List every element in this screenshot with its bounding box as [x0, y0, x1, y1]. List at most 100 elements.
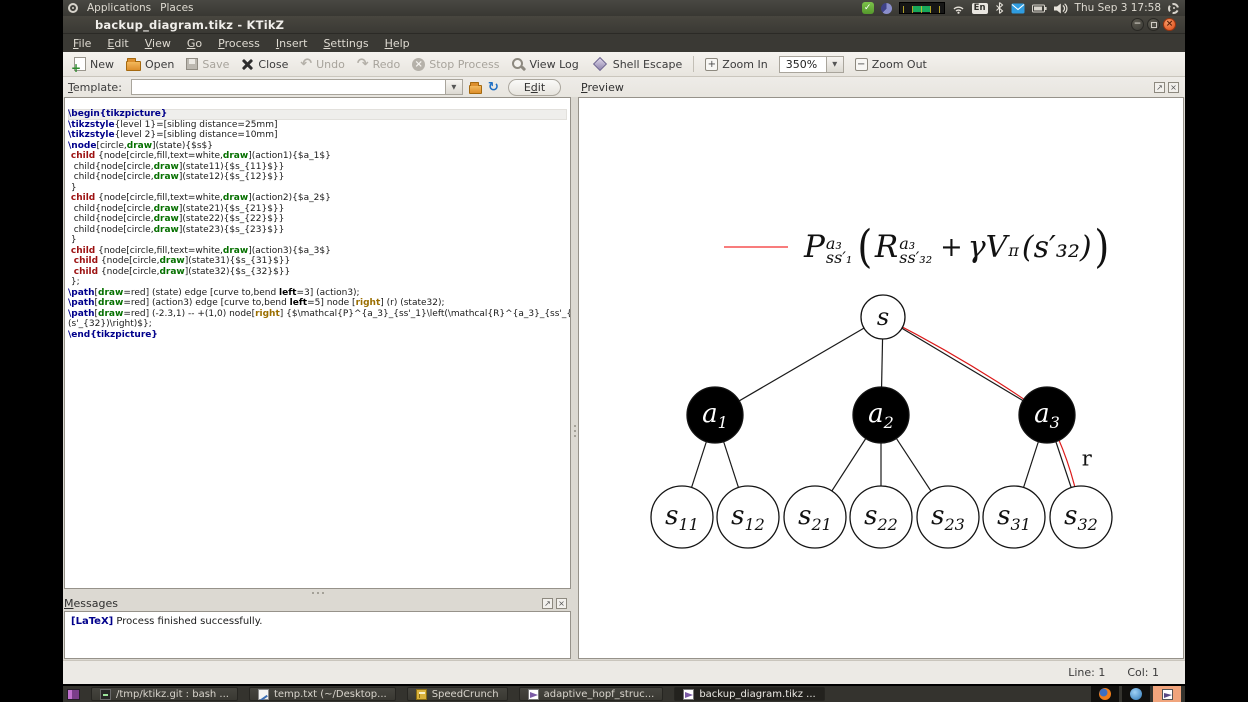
stop-process-button[interactable]: Stop Process: [406, 56, 505, 73]
shell-escape-diamond-icon: [592, 56, 607, 72]
ubuntu-logo-icon: [68, 3, 78, 13]
stop-icon: [412, 57, 426, 71]
zoom-combo-arrow[interactable]: ▼: [825, 56, 843, 72]
status-line: Line: 1: [1068, 666, 1106, 679]
keyboard-layout-indicator[interactable]: En: [971, 2, 988, 14]
messages-header: Messages: [64, 596, 571, 610]
diagram-svg: rsa1 a2 a3s11 s12 s21 s22 s23 s31 s32: [650, 294, 1113, 549]
zoom-level-combo[interactable]: 350% ▼: [778, 55, 844, 73]
top-panel: Applications Places ✓ En Thu Sep 3 17:58: [63, 0, 1185, 16]
terminal-icon: [100, 688, 111, 700]
messages-output[interactable]: [LaTeX] Process finished successfully.: [64, 611, 571, 659]
menu-file[interactable]: File: [65, 35, 99, 52]
code-line[interactable]: child{node[circle,draw](state21){$s_{21}…: [68, 204, 567, 215]
ktikz-file-icon: [527, 688, 539, 700]
menu-view[interactable]: View: [137, 35, 179, 52]
redo-button[interactable]: Redo: [351, 56, 406, 73]
preview-close-icon[interactable]: [1168, 81, 1179, 93]
template-edit-button[interactable]: Edit: [507, 78, 562, 96]
taskbar-firefox-tile[interactable]: [1091, 686, 1119, 702]
preview-pane[interactable]: Pa₃ ss′₁(Ra₃ ss′₃₂ + γV π (s′₃₂)) r s a1 a2 a3 s11 s…: [578, 97, 1184, 659]
system-monitor-graph[interactable]: [898, 2, 945, 14]
code-line[interactable]: child {node[circle,draw](state31){$s_{31…: [68, 256, 567, 267]
zoom-in-button[interactable]: Zoom In: [699, 56, 773, 73]
view-log-button[interactable]: View Log: [505, 55, 584, 73]
code-line[interactable]: \node[circle,draw](state){$s$}: [68, 141, 567, 152]
applications-menu[interactable]: Applications: [87, 2, 151, 14]
code-line[interactable]: \begin{tikzpicture}: [68, 109, 567, 120]
undo-arrow-icon: [300, 58, 312, 71]
code-area[interactable]: \begin{tikzpicture} \tikzstyle{level 1}=[…: [65, 98, 570, 340]
taskbar-item-terminal[interactable]: /tmp/ktikz.git : bash ...: [91, 687, 238, 701]
clock[interactable]: Thu Sep 3 17:58: [1075, 2, 1161, 14]
code-line[interactable]: \path[draw=red] (state) edge [curve to,b…: [68, 288, 567, 299]
volume-icon[interactable]: [1053, 2, 1068, 14]
places-menu[interactable]: Places: [160, 2, 193, 14]
open-button[interactable]: Open: [120, 55, 180, 73]
text-file-icon: [257, 688, 269, 700]
minimize-button[interactable]: −: [1131, 18, 1144, 31]
code-line[interactable]: }: [68, 183, 567, 194]
menu-settings[interactable]: Settings: [315, 35, 376, 52]
status-bar: Line: 1 Col: 1: [63, 660, 1185, 684]
close-file-button[interactable]: Close: [235, 56, 294, 73]
bluetooth-icon[interactable]: [995, 2, 1004, 14]
window-list-icon[interactable]: [67, 688, 80, 700]
preview-header: Preview: [581, 77, 1183, 97]
zoom-out-button[interactable]: Zoom Out: [849, 56, 933, 73]
ktikz-file-icon: [683, 688, 695, 700]
preview-detach-icon[interactable]: [1154, 81, 1165, 93]
taskbar-item-backup-diagram[interactable]: backup_diagram.tikz ...: [674, 687, 825, 701]
template-combo[interactable]: ▼: [130, 79, 463, 95]
template-reload-icon[interactable]: [488, 81, 499, 94]
save-button[interactable]: Save: [180, 56, 235, 73]
code-line[interactable]: child{node[circle,draw](state11){$s_{11}…: [68, 162, 567, 173]
menu-process[interactable]: Process: [210, 35, 268, 52]
menu-insert[interactable]: Insert: [268, 35, 316, 52]
menu-help[interactable]: Help: [377, 35, 418, 52]
pie-chart-indicator-icon[interactable]: [880, 2, 892, 14]
taskbar-globe-tile[interactable]: [1122, 686, 1150, 702]
close-button[interactable]: ×: [1163, 18, 1176, 31]
template-browse-folder-icon[interactable]: [468, 81, 482, 94]
code-line[interactable]: child{node[circle,draw](state23){$s_{23}…: [68, 225, 567, 236]
zoom-level-value[interactable]: 350%: [780, 58, 826, 71]
menu-edit[interactable]: Edit: [99, 35, 136, 52]
code-line[interactable]: child{node[circle,draw](state22){$s_{22}…: [68, 214, 567, 225]
new-button[interactable]: New: [68, 55, 120, 75]
undo-button[interactable]: Undo: [294, 56, 350, 73]
window-title-bar[interactable]: backup_diagram.tikz - KTikZ − ×: [63, 16, 1185, 34]
firefox-icon: [1099, 688, 1111, 700]
menu-go[interactable]: Go: [179, 35, 210, 52]
code-line[interactable]: child{node[circle,draw](state12){$s_{12}…: [68, 172, 567, 183]
code-editor[interactable]: \begin{tikzpicture} \tikzstyle{level 1}=[…: [64, 97, 571, 589]
code-line[interactable]: \tikzstyle{level 2}=[sibling distance=10…: [68, 130, 567, 141]
code-line[interactable]: \path[draw=red] (-2.3,1) -- +(1,0) node[…: [68, 309, 570, 320]
mail-icon[interactable]: [1011, 3, 1025, 14]
update-status-icon[interactable]: ✓: [861, 2, 874, 14]
messages-close-icon[interactable]: [556, 597, 567, 609]
diagram-edge: [882, 316, 1048, 416]
taskbar-ktikz-tile[interactable]: [1153, 686, 1181, 702]
template-combo-arrow[interactable]: ▼: [444, 80, 462, 94]
code-line[interactable]: \tikzstyle{level 1}=[sibling distance=25…: [68, 120, 567, 131]
shell-escape-button[interactable]: Shell Escape: [585, 55, 689, 73]
code-line[interactable]: };: [68, 277, 567, 288]
maximize-button[interactable]: [1147, 18, 1160, 31]
code-line[interactable]: child {node[circle,fill,text=white,draw]…: [68, 151, 567, 162]
taskbar-item-textfile[interactable]: temp.txt (~/Desktop...: [248, 687, 396, 701]
code-line[interactable]: child {node[circle,fill,text=white,draw]…: [68, 193, 567, 204]
taskbar-item-speedcrunch[interactable]: SpeedCrunch: [406, 687, 508, 701]
code-line[interactable]: }: [68, 235, 567, 246]
wifi-icon[interactable]: [952, 2, 965, 14]
code-line[interactable]: (s'_{32})\right)$};: [68, 319, 567, 330]
code-line[interactable]: \path[draw=red] (action3) edge [curve to…: [68, 298, 567, 309]
code-line[interactable]: child {node[circle,draw](state32){$s_{32…: [68, 267, 567, 278]
session-gear-icon[interactable]: [1168, 2, 1179, 14]
messages-detach-icon[interactable]: [542, 597, 553, 609]
new-document-icon: [71, 57, 86, 75]
code-line[interactable]: child {node[circle,fill,text=white,draw]…: [68, 246, 567, 257]
battery-icon[interactable]: [1031, 4, 1047, 13]
taskbar-item-adaptive-hopf[interactable]: adaptive_hopf_struc...: [518, 687, 664, 701]
code-line[interactable]: \end{tikzpicture}: [68, 330, 567, 341]
